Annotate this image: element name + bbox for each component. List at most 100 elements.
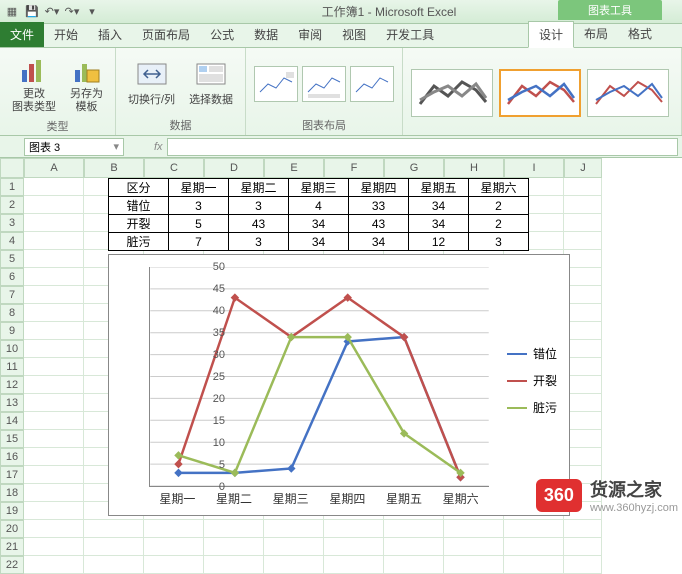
table-cell[interactable]: 34 xyxy=(409,215,469,233)
cell[interactable] xyxy=(264,538,324,556)
cell[interactable] xyxy=(324,520,384,538)
layout-item-3[interactable] xyxy=(350,66,394,102)
cell[interactable] xyxy=(24,304,84,322)
tab-page-layout[interactable]: 页面布局 xyxy=(132,22,200,47)
cell[interactable] xyxy=(24,430,84,448)
cell[interactable] xyxy=(564,196,602,214)
chart-plot-area[interactable] xyxy=(149,267,489,487)
cell[interactable] xyxy=(84,538,144,556)
cell[interactable] xyxy=(444,520,504,538)
table-cell[interactable]: 错位 xyxy=(109,197,169,215)
row-header[interactable]: 13 xyxy=(0,394,24,412)
cell[interactable] xyxy=(24,520,84,538)
cell[interactable] xyxy=(564,232,602,250)
table-cell[interactable]: 星期三 xyxy=(289,179,349,197)
table-cell[interactable]: 星期四 xyxy=(349,179,409,197)
tab-home[interactable]: 开始 xyxy=(44,22,88,47)
row-header[interactable]: 14 xyxy=(0,412,24,430)
table-cell[interactable]: 星期五 xyxy=(409,179,469,197)
cell[interactable] xyxy=(24,322,84,340)
qat-dropdown-icon[interactable]: ▾ xyxy=(84,4,100,20)
table-cell[interactable]: 3 xyxy=(169,197,229,215)
cell[interactable] xyxy=(384,520,444,538)
table-cell[interactable]: 34 xyxy=(349,233,409,251)
cell[interactable] xyxy=(24,232,84,250)
table-cell[interactable]: 3 xyxy=(469,233,529,251)
tab-file[interactable]: 文件 xyxy=(0,22,44,47)
cell[interactable] xyxy=(24,412,84,430)
cell[interactable] xyxy=(24,394,84,412)
table-cell[interactable]: 12 xyxy=(409,233,469,251)
cell[interactable] xyxy=(24,484,84,502)
cell[interactable] xyxy=(564,520,602,538)
cell[interactable] xyxy=(24,538,84,556)
cell[interactable] xyxy=(204,520,264,538)
col-header[interactable]: F xyxy=(324,158,384,178)
save-template-button[interactable]: 另存为 模板 xyxy=(66,52,107,116)
formula-bar[interactable] xyxy=(167,138,678,156)
cell[interactable] xyxy=(24,268,84,286)
table-cell[interactable]: 5 xyxy=(169,215,229,233)
col-header[interactable]: J xyxy=(564,158,602,178)
name-box[interactable]: 图表 3 ▾ xyxy=(24,138,124,156)
row-header[interactable]: 1 xyxy=(0,178,24,196)
col-header[interactable]: B xyxy=(84,158,144,178)
select-all-corner[interactable] xyxy=(0,158,24,178)
legend-item[interactable]: 开裂 xyxy=(507,372,557,389)
row-header[interactable]: 10 xyxy=(0,340,24,358)
row-header[interactable]: 7 xyxy=(0,286,24,304)
tab-developer[interactable]: 开发工具 xyxy=(376,22,444,47)
table-cell[interactable]: 4 xyxy=(289,197,349,215)
cell[interactable] xyxy=(564,538,602,556)
cell[interactable] xyxy=(24,196,84,214)
style-item-3[interactable] xyxy=(587,69,669,117)
cell[interactable] xyxy=(504,538,564,556)
table-cell[interactable]: 3 xyxy=(229,197,289,215)
col-header[interactable]: D xyxy=(204,158,264,178)
table-cell[interactable]: 开裂 xyxy=(109,215,169,233)
row-header[interactable]: 12 xyxy=(0,376,24,394)
cell[interactable] xyxy=(24,358,84,376)
col-header[interactable]: E xyxy=(264,158,324,178)
cell[interactable] xyxy=(264,520,324,538)
layout-item-1[interactable] xyxy=(254,66,298,102)
tab-data[interactable]: 数据 xyxy=(244,22,288,47)
row-header[interactable]: 8 xyxy=(0,304,24,322)
row-header[interactable]: 9 xyxy=(0,322,24,340)
cell[interactable] xyxy=(564,556,602,574)
row-header[interactable]: 16 xyxy=(0,448,24,466)
cell[interactable] xyxy=(384,556,444,574)
undo-icon[interactable]: ↶▾ xyxy=(44,4,60,20)
tab-format[interactable]: 格式 xyxy=(618,21,662,47)
tab-review[interactable]: 审阅 xyxy=(288,22,332,47)
table-cell[interactable]: 星期六 xyxy=(469,179,529,197)
legend-item[interactable]: 错位 xyxy=(507,345,557,362)
cell[interactable] xyxy=(84,556,144,574)
style-item-1[interactable] xyxy=(411,69,493,117)
cell[interactable] xyxy=(24,502,84,520)
select-data-button[interactable]: 选择数据 xyxy=(185,58,237,109)
cell[interactable] xyxy=(24,556,84,574)
cell[interactable] xyxy=(204,538,264,556)
row-header[interactable]: 6 xyxy=(0,268,24,286)
row-header[interactable]: 18 xyxy=(0,484,24,502)
cell[interactable] xyxy=(324,556,384,574)
cell[interactable] xyxy=(24,250,84,268)
table-cell[interactable]: 脏污 xyxy=(109,233,169,251)
table-cell[interactable]: 34 xyxy=(289,215,349,233)
col-header[interactable]: G xyxy=(384,158,444,178)
row-header[interactable]: 2 xyxy=(0,196,24,214)
table-cell[interactable]: 3 xyxy=(229,233,289,251)
cell[interactable] xyxy=(444,556,504,574)
table-cell[interactable]: 43 xyxy=(229,215,289,233)
tab-formulas[interactable]: 公式 xyxy=(200,22,244,47)
tab-view[interactable]: 视图 xyxy=(332,22,376,47)
cell[interactable] xyxy=(264,556,324,574)
cell[interactable] xyxy=(24,340,84,358)
change-chart-type-button[interactable]: 更改 图表类型 xyxy=(8,52,60,116)
table-cell[interactable]: 星期一 xyxy=(169,179,229,197)
table-cell[interactable]: 34 xyxy=(289,233,349,251)
switch-row-col-button[interactable]: 切换行/列 xyxy=(124,58,179,109)
table-cell[interactable]: 2 xyxy=(469,197,529,215)
row-header[interactable]: 15 xyxy=(0,430,24,448)
